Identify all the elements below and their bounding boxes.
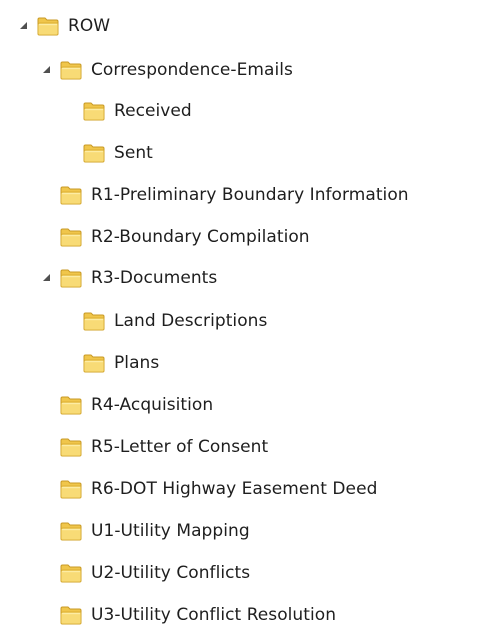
- tree-item-r4[interactable]: R4-Acquisition: [40, 388, 213, 422]
- tree-item-u1[interactable]: U1-Utility Mapping: [40, 514, 250, 548]
- folder-icon: [60, 563, 82, 583]
- folder-icon: [60, 268, 82, 288]
- tree-item-label: R5-Letter of Consent: [91, 437, 269, 457]
- folder-icon: [37, 16, 59, 36]
- tree-item-r6[interactable]: R6-DOT Highway Easement Deed: [40, 472, 377, 506]
- tree-item-label: R1-Preliminary Boundary Information: [91, 185, 409, 205]
- folder-icon: [83, 311, 105, 331]
- folder-icon: [60, 437, 82, 457]
- tree-item-r1[interactable]: R1-Preliminary Boundary Information: [40, 178, 409, 212]
- tree-item-u3[interactable]: U3-Utility Conflict Resolution: [40, 598, 336, 632]
- folder-icon: [83, 353, 105, 373]
- tree-item-correspondence-emails[interactable]: Correspondence-Emails: [40, 53, 293, 87]
- tree-item-label: ROW: [68, 16, 111, 36]
- tree-item-sent[interactable]: Sent: [63, 136, 153, 170]
- tree-item-label: Sent: [114, 143, 153, 163]
- tree-item-r2[interactable]: R2-Boundary Compilation: [40, 220, 310, 254]
- expanded-triangle-icon[interactable]: [17, 19, 31, 33]
- folder-icon: [60, 395, 82, 415]
- tree-item-label: U2-Utility Conflicts: [91, 563, 251, 583]
- tree-item-received[interactable]: Received: [63, 94, 192, 128]
- tree-item-plans[interactable]: Plans: [63, 346, 159, 380]
- tree-item-label: R6-DOT Highway Easement Deed: [91, 479, 378, 499]
- folder-tree: ROW Correspondence-Emails Received Sent …: [0, 0, 502, 629]
- tree-item-u2[interactable]: U2-Utility Conflicts: [40, 556, 250, 590]
- tree-item-label: R4-Acquisition: [91, 395, 214, 415]
- tree-item-label: Correspondence-Emails: [91, 60, 293, 80]
- folder-icon: [60, 60, 82, 80]
- tree-item-r3[interactable]: R3-Documents: [40, 261, 217, 295]
- tree-item-row[interactable]: ROW: [17, 9, 110, 43]
- tree-item-label: U3-Utility Conflict Resolution: [91, 605, 337, 625]
- expanded-triangle-icon[interactable]: [40, 271, 54, 285]
- tree-item-label: U1-Utility Mapping: [91, 521, 250, 541]
- folder-icon: [60, 605, 82, 625]
- tree-item-label: Received: [114, 101, 192, 121]
- folder-icon: [83, 101, 105, 121]
- expanded-triangle-icon[interactable]: [40, 63, 54, 77]
- folder-icon: [83, 143, 105, 163]
- folder-icon: [60, 185, 82, 205]
- folder-icon: [60, 227, 82, 247]
- tree-item-land-descriptions[interactable]: Land Descriptions: [63, 304, 267, 338]
- tree-item-label: R2-Boundary Compilation: [91, 227, 310, 247]
- tree-item-label: R3-Documents: [91, 268, 218, 288]
- tree-item-label: Plans: [114, 353, 160, 373]
- tree-item-label: Land Descriptions: [114, 311, 268, 331]
- folder-icon: [60, 521, 82, 541]
- folder-icon: [60, 479, 82, 499]
- tree-item-r5[interactable]: R5-Letter of Consent: [40, 430, 268, 464]
